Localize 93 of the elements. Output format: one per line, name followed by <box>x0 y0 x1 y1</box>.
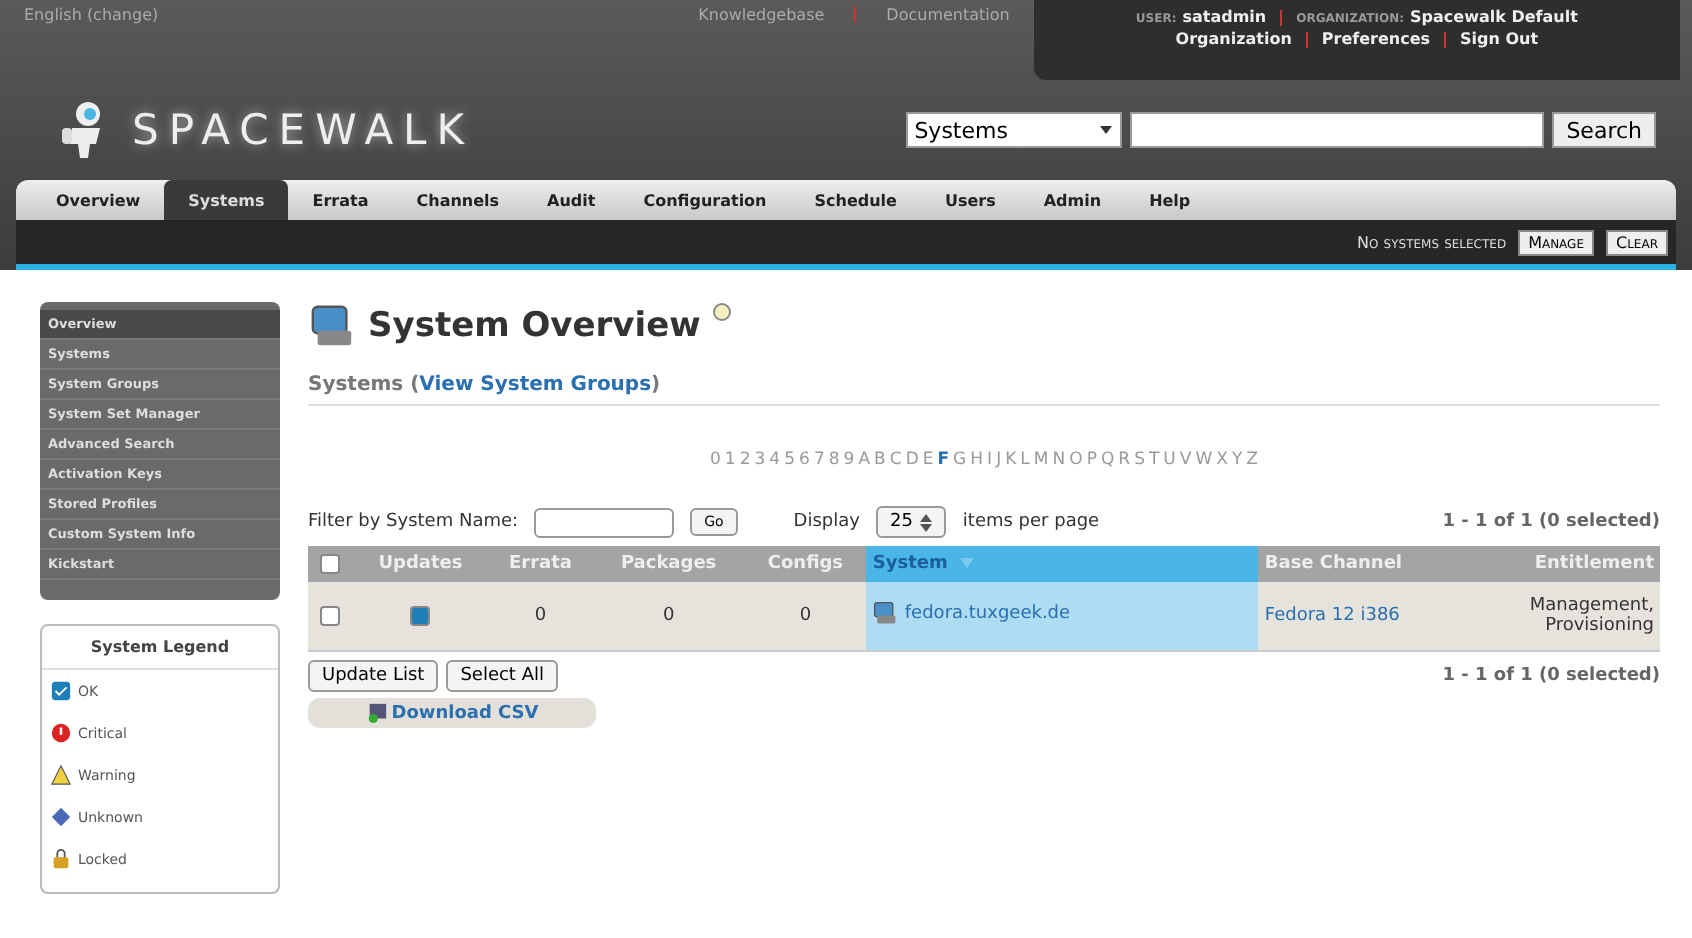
system-icon <box>872 600 899 627</box>
result-count: 1 - 1 of 1 (0 selected) <box>1442 666 1660 687</box>
user-name[interactable]: satadmin <box>1182 8 1267 26</box>
alphabet-letter: 8 <box>828 450 840 470</box>
alphabet-letter: D <box>905 450 919 470</box>
check-icon <box>50 680 72 702</box>
alphabet-letter: W <box>1195 450 1213 470</box>
alphabet-letter: J <box>996 450 1002 470</box>
per-page-select[interactable]: 25 <box>875 506 947 538</box>
alphabet-letter: G <box>953 450 967 470</box>
search-button[interactable]: Search <box>1552 112 1656 148</box>
alphabet-letter: Y <box>1231 450 1243 470</box>
result-count: 1 - 1 of 1 (0 selected) <box>1442 512 1660 532</box>
channel-link[interactable]: Fedora 12 i386 <box>1264 606 1400 627</box>
alphabet-letter[interactable]: F <box>937 450 950 470</box>
view-groups-link[interactable]: View System Groups <box>419 374 652 396</box>
alert-icon <box>50 722 72 744</box>
alphabet-letter: T <box>1148 450 1160 470</box>
nav-tab[interactable]: Users <box>920 180 1020 220</box>
alphabet-letter: M <box>1033 450 1049 470</box>
alphabet-letter: N <box>1052 450 1066 470</box>
nav-tab[interactable]: Errata <box>288 180 393 220</box>
monitor-icon <box>308 302 356 350</box>
alphabet-letter: A <box>858 450 871 470</box>
search-field[interactable] <box>1130 112 1545 148</box>
alphabet-letter: 4 <box>769 450 781 470</box>
row-checkbox[interactable] <box>320 606 341 627</box>
alphabet-letter: C <box>889 450 902 470</box>
selection-button[interactable]: Manage <box>1518 229 1594 255</box>
download-csv-button[interactable]: Download CSV <box>308 698 596 729</box>
alphabet-letter: 9 <box>843 450 855 470</box>
alphabet-letter: 6 <box>799 450 810 470</box>
warning-icon <box>50 764 72 786</box>
alphabet-letter: K <box>1005 450 1017 470</box>
list-button[interactable]: Update List <box>308 660 439 693</box>
subtitle: Systems (View System Groups) <box>308 374 661 396</box>
alphabet-letter: X <box>1216 450 1228 470</box>
nav-tab[interactable]: Schedule <box>790 180 921 220</box>
filter-field[interactable] <box>534 507 675 537</box>
alphabet-letter: S <box>1134 450 1145 470</box>
selection-status: No systems selected <box>1357 233 1507 251</box>
alphabet-letter: Q <box>1100 450 1115 470</box>
account-link[interactable]: Sign Out <box>1460 30 1539 48</box>
alphabet-letter: I <box>987 450 993 470</box>
nav-tab[interactable]: Channels <box>392 180 524 220</box>
table-cell: 0 <box>593 582 745 652</box>
download-icon <box>365 702 388 725</box>
alphabet-letter: Z <box>1246 450 1258 470</box>
caret-icon <box>1098 122 1115 138</box>
lock-icon <box>50 848 72 870</box>
search-scope-select[interactable]: Systems <box>906 112 1123 148</box>
alphabet-letter: 0 <box>709 450 721 470</box>
alphabet-letter: 5 <box>784 450 796 470</box>
alphabet-letter: U <box>1163 450 1176 470</box>
alphabet-letter: B <box>874 450 886 470</box>
table-cell: 0 <box>744 582 867 652</box>
alphabet-letter: V <box>1179 450 1192 470</box>
help-icon[interactable] <box>712 302 733 322</box>
alphabet-letter: 1 <box>724 450 736 470</box>
organization-name: Spacewalk Default <box>1410 8 1578 26</box>
page-title: System Overview <box>368 306 701 346</box>
filter-label: Filter by System Name: <box>308 512 519 532</box>
sort-arrow-icon <box>959 558 974 569</box>
alphabet-letter: R <box>1118 450 1131 470</box>
nav-tab[interactable]: Configuration <box>619 180 791 220</box>
nav-tab[interactable]: Admin <box>1019 180 1126 220</box>
nav-tab[interactable]: Systems <box>164 180 289 220</box>
system-link[interactable]: fedora.tuxgeek.de <box>904 603 1071 624</box>
alphabet-letter: H <box>970 450 984 470</box>
legend-title: System Legend <box>42 626 278 670</box>
diamond-icon <box>50 806 72 828</box>
alphabet-letter: O <box>1069 450 1083 470</box>
alphabet-letter: P <box>1086 450 1097 470</box>
selection-button[interactable]: Clear <box>1606 229 1668 255</box>
table-cell: 0 <box>487 582 594 652</box>
per-page-label: items per page <box>962 512 1100 532</box>
alphabet-letter: L <box>1020 450 1030 470</box>
select-all-checkbox[interactable] <box>320 554 341 574</box>
table-cell: Management, Provisioning <box>1468 582 1660 652</box>
list-button[interactable]: Select All <box>446 660 558 693</box>
nav-tab[interactable]: Help <box>1125 180 1215 220</box>
account-link[interactable]: Preferences <box>1321 30 1431 48</box>
alphabet-letter: 3 <box>754 450 766 470</box>
nav-tab[interactable]: Audit <box>523 180 620 220</box>
spinner-arrows-icon <box>920 513 933 531</box>
alphabet-letter: 7 <box>813 450 825 470</box>
display-label: Display <box>793 512 860 532</box>
alphabet-letter: 2 <box>739 450 751 470</box>
alphabet-letter: E <box>922 450 934 470</box>
account-link[interactable]: Organization <box>1175 30 1292 48</box>
language-label: English <box>24 6 82 24</box>
logo-text: SPACEWALK <box>132 106 475 154</box>
nav-tab[interactable]: Overview <box>32 180 165 220</box>
